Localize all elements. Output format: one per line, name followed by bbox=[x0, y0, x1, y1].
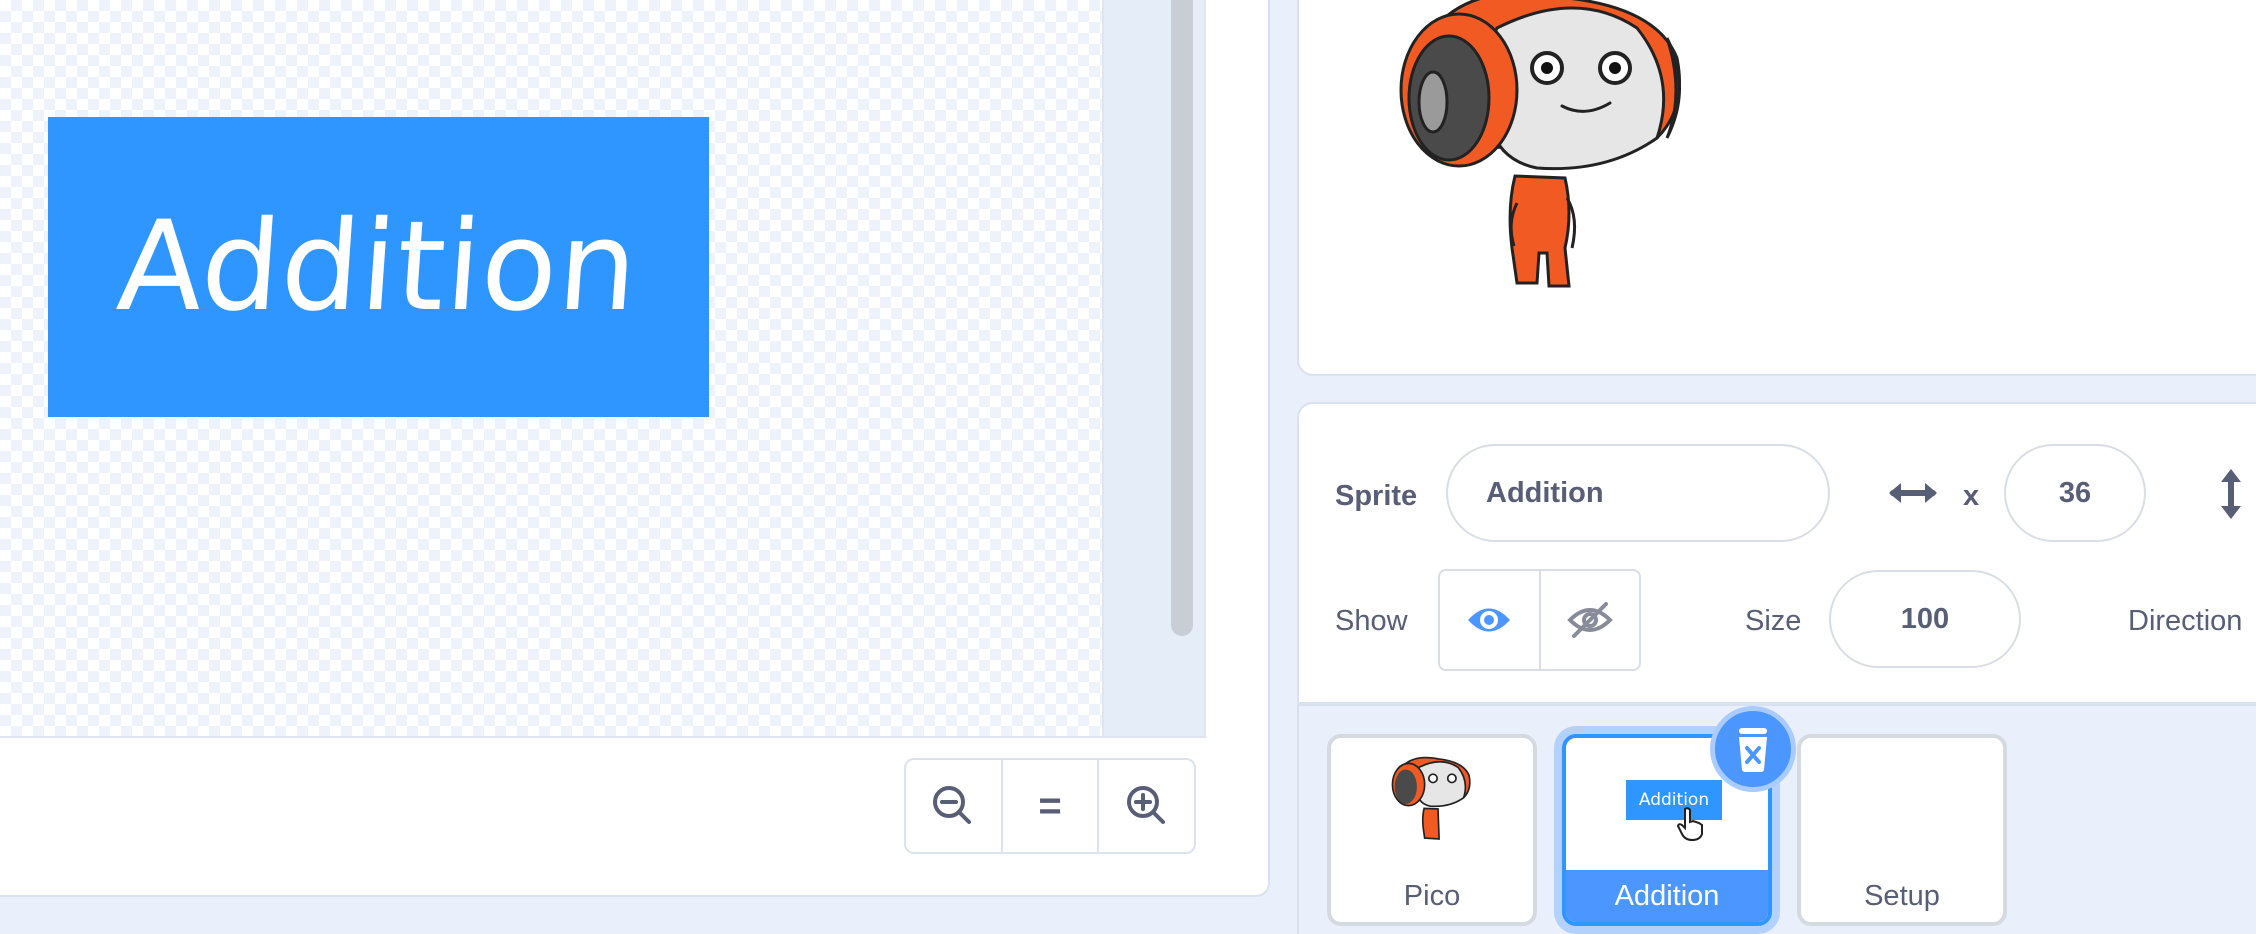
sprite-info-panel: Sprite Addition x 36 Show Size 100 Direc… bbox=[1297, 402, 2256, 704]
delete-sprite-button[interactable] bbox=[1710, 706, 1796, 792]
costume-editor-panel: Addition = bbox=[0, 0, 1270, 897]
show-label: Show bbox=[1335, 605, 1408, 637]
size-input[interactable]: 100 bbox=[1829, 570, 2021, 668]
sprite-name-setup: Setup bbox=[1864, 880, 1940, 912]
sprite-name-addition: Addition bbox=[1566, 870, 1768, 922]
paint-canvas[interactable]: Addition bbox=[0, 0, 1104, 738]
sprite-name-value: Addition bbox=[1486, 476, 1604, 509]
pico-thumbnail bbox=[1391, 756, 1471, 840]
zoom-out-icon bbox=[933, 786, 972, 824]
direction-label: Direction bbox=[2128, 605, 2243, 637]
zoom-controls: = bbox=[904, 758, 1196, 854]
zoom-reset-button[interactable]: = bbox=[1003, 760, 1100, 852]
vertical-arrows-icon bbox=[2221, 469, 2241, 519]
zoom-in-icon bbox=[1126, 786, 1165, 824]
x-input[interactable]: 36 bbox=[2004, 444, 2146, 542]
sprite-name-input[interactable]: Addition bbox=[1446, 444, 1830, 542]
show-hidden-button[interactable] bbox=[1541, 571, 1640, 669]
x-label: x bbox=[1963, 480, 1980, 512]
eye-slash-icon bbox=[1566, 602, 1613, 638]
sprite-tile-pico[interactable]: Pico bbox=[1327, 734, 1537, 926]
horizontal-arrows-icon bbox=[1889, 483, 1937, 503]
zoom-out-button[interactable] bbox=[906, 760, 1003, 852]
vertical-scrollbar[interactable] bbox=[1171, 0, 1193, 636]
show-visible-button[interactable] bbox=[1440, 571, 1541, 669]
zoom-in-button[interactable] bbox=[1099, 760, 1194, 852]
eye-icon bbox=[1468, 608, 1511, 632]
costume-text[interactable]: Addition bbox=[113, 195, 643, 339]
zoom-reset-label: = bbox=[1038, 783, 1062, 828]
addition-thumbnail: Addition bbox=[1626, 780, 1722, 820]
trash-icon bbox=[1739, 728, 1767, 772]
show-toggle bbox=[1438, 569, 1641, 671]
costume-rectangle[interactable]: Addition bbox=[48, 117, 709, 417]
pico-sprite-image bbox=[1399, 0, 1681, 288]
sprite-name-pico: Pico bbox=[1403, 880, 1461, 912]
x-value: 36 bbox=[2058, 476, 2092, 509]
stage[interactable] bbox=[1297, 0, 2256, 376]
size-label: Size bbox=[1745, 605, 1802, 637]
size-value: 100 bbox=[1900, 602, 1950, 635]
sprite-label: Sprite bbox=[1335, 480, 1418, 512]
sprite-tile-setup[interactable]: Setup bbox=[1797, 734, 2007, 926]
hand-cursor-icon bbox=[1676, 807, 1703, 842]
